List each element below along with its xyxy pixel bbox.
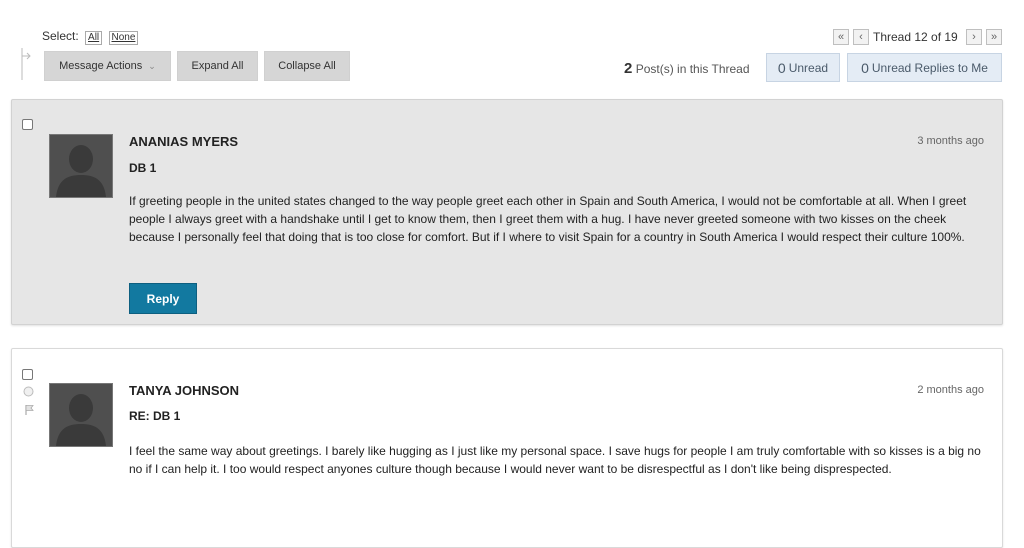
post-author[interactable]: ANANIAS MYERS bbox=[129, 134, 238, 149]
post-subject: RE: DB 1 bbox=[129, 409, 181, 423]
user-silhouette-icon bbox=[50, 384, 112, 446]
thread-position: Thread 12 of 19 bbox=[873, 30, 958, 44]
collapse-all-button[interactable]: Collapse All bbox=[264, 51, 350, 81]
posts-count-label: Post(s) in this Thread bbox=[635, 62, 750, 76]
post-checkbox[interactable] bbox=[22, 119, 33, 130]
posts-count: 2 Post(s) in this Thread bbox=[624, 60, 750, 77]
post-timestamp: 2 months ago bbox=[917, 384, 984, 396]
first-thread-icon[interactable]: « bbox=[833, 29, 849, 45]
chevron-down-icon: ⌄ bbox=[148, 60, 156, 71]
selection-connector-icon bbox=[21, 48, 31, 80]
unread-button[interactable]: 0 Unread bbox=[766, 53, 840, 82]
message-actions-button[interactable]: Message Actions ⌄ bbox=[44, 51, 171, 81]
next-thread-icon[interactable]: › bbox=[966, 29, 982, 45]
avatar bbox=[49, 383, 113, 447]
flag-icon[interactable] bbox=[24, 404, 35, 416]
expand-all-button[interactable]: Expand All bbox=[177, 51, 258, 81]
post-subject: DB 1 bbox=[129, 161, 157, 175]
last-thread-icon[interactable]: » bbox=[986, 29, 1002, 45]
post-body: I feel the same way about greetings. I b… bbox=[129, 444, 981, 476]
user-silhouette-icon bbox=[50, 135, 112, 197]
unread-status-icon[interactable] bbox=[23, 386, 34, 397]
post-card: TANYA JOHNSON RE: DB 1 2 months ago I fe… bbox=[11, 348, 1003, 548]
post-checkbox[interactable] bbox=[22, 369, 33, 380]
unread-replies-label: Unread Replies to Me bbox=[871, 60, 988, 75]
unread-replies-button[interactable]: 0 Unread Replies to Me bbox=[847, 53, 1002, 82]
select-none-link[interactable]: None bbox=[108, 31, 139, 45]
avatar bbox=[49, 134, 113, 198]
select-label: Select: bbox=[42, 29, 79, 43]
select-row: Select: All None bbox=[42, 29, 139, 45]
select-all-link[interactable]: All bbox=[85, 31, 103, 45]
post-body: If greeting people in the united states … bbox=[129, 194, 967, 244]
unread-count: 0 bbox=[777, 59, 786, 76]
message-actions-label: Message Actions bbox=[59, 60, 143, 72]
posts-count-number: 2 bbox=[624, 60, 633, 77]
prev-thread-icon[interactable]: ‹ bbox=[853, 29, 869, 45]
reply-button[interactable]: Reply bbox=[129, 283, 197, 314]
post-card: ANANIAS MYERS DB 1 3 months ago If greet… bbox=[11, 99, 1003, 325]
unread-replies-count: 0 bbox=[861, 59, 869, 76]
post-timestamp: 3 months ago bbox=[917, 135, 984, 147]
unread-label: Unread bbox=[788, 60, 829, 75]
post-author[interactable]: TANYA JOHNSON bbox=[129, 383, 239, 398]
